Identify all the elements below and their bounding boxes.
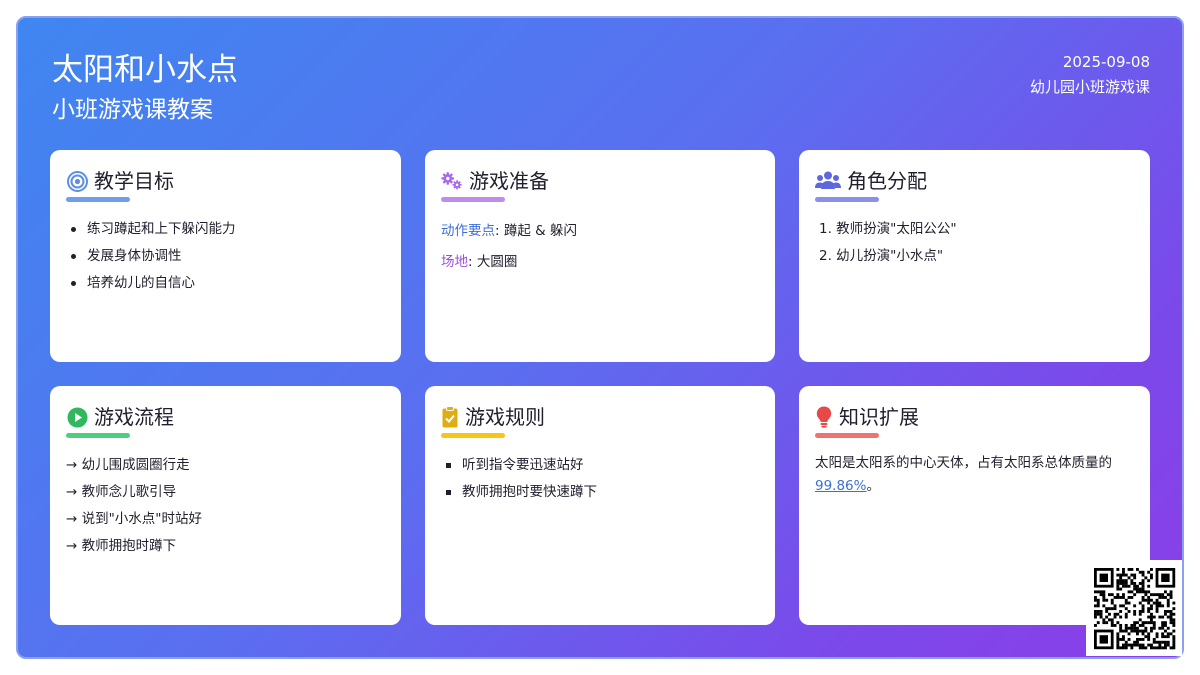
process-card-header: 游戏流程 <box>66 404 385 430</box>
rules-title: 游戏规则 <box>465 405 545 429</box>
play-circle-icon <box>66 406 88 428</box>
roles-card-header: 角色分配 <box>815 168 1134 194</box>
prep-title: 游戏准备 <box>469 169 549 193</box>
prep-accent-bar <box>441 197 505 202</box>
prep-key: 场地 <box>441 254 468 270</box>
page-title: 太阳和小水点 <box>52 52 238 88</box>
page-subtitle: 小班游戏课教案 <box>52 97 213 123</box>
goals-card: 教学目标 练习蹲起和上下躲闪能力 发展身体协调性 培养幼儿的自信心 <box>50 150 401 362</box>
list-item: 培养幼儿的自信心 <box>66 270 385 297</box>
list-item: 听到指令要迅速站好 <box>441 452 759 479</box>
process-card: 游戏流程 → 幼儿围成圆圈行走 → 教师念儿歌引导 → 说到"小水点"时站好 →… <box>50 386 401 625</box>
knowledge-percentage-link[interactable]: 99.86% <box>815 478 866 494</box>
goals-card-header: 教学目标 <box>66 168 385 194</box>
process-title: 游戏流程 <box>94 405 174 429</box>
knowledge-text: 太阳是太阳系的中心天体，占有太阳系总体质量的 99.86%。 <box>815 452 1134 498</box>
lesson-date: 2025-09-08 <box>1062 53 1150 71</box>
rules-card: 游戏规则 听到指令要迅速站好 教师拥抱时要快速蹲下 <box>425 386 775 625</box>
prep-key: 动作要点 <box>441 223 495 239</box>
list-item: 练习蹲起和上下躲闪能力 <box>66 216 385 243</box>
list-item: 2. 幼儿扮演"小水点" <box>819 248 944 264</box>
prep-card-header: 游戏准备 <box>441 168 759 194</box>
prep-value: : 蹲起 & 躲闪 <box>495 223 577 239</box>
goals-list: 练习蹲起和上下躲闪能力 发展身体协调性 培养幼儿的自信心 <box>66 216 385 297</box>
knowledge-card-header: 知识扩展 <box>815 404 1134 430</box>
users-icon <box>815 170 841 192</box>
process-accent-bar <box>66 433 130 438</box>
prep-row-action: 动作要点: 蹲起 & 躲闪 <box>441 216 759 247</box>
list-item: 教师拥抱时要快速蹲下 <box>441 479 759 506</box>
list-item: → 说到"小水点"时站好 <box>66 511 203 527</box>
rules-card-header: 游戏规则 <box>441 404 759 430</box>
list-item: → 教师拥抱时蹲下 <box>66 538 177 554</box>
roles-accent-bar <box>815 197 879 202</box>
list-item: → 教师念儿歌引导 <box>66 484 177 500</box>
knowledge-title: 知识扩展 <box>839 405 919 429</box>
rules-accent-bar <box>441 433 505 438</box>
knowledge-sentence: 太阳是太阳系的中心天体，占有太阳系总体质量的 <box>815 455 1112 471</box>
list-item: → 幼儿围成圆圈行走 <box>66 457 190 473</box>
target-icon <box>66 170 88 192</box>
qr-code <box>1086 560 1182 656</box>
rules-list: 听到指令要迅速站好 教师拥抱时要快速蹲下 <box>441 452 759 506</box>
goals-title: 教学目标 <box>94 169 174 193</box>
knowledge-accent-bar <box>815 433 879 438</box>
lightbulb-icon <box>815 406 833 428</box>
roles-title: 角色分配 <box>847 169 927 193</box>
prep-card: 游戏准备 动作要点: 蹲起 & 躲闪 场地: 大圆圈 <box>425 150 775 362</box>
prep-value: : 大圆圈 <box>468 254 518 270</box>
knowledge-suffix: 。 <box>866 478 880 494</box>
clipboard-check-icon <box>441 406 459 428</box>
lesson-category: 幼儿园小班游戏课 <box>1029 78 1150 96</box>
roles-card: 角色分配 1. 教师扮演"太阳公公" 2. 幼儿扮演"小水点" <box>799 150 1150 362</box>
process-steps: → 幼儿围成圆圈行走 → 教师念儿歌引导 → 说到"小水点"时站好 → 教师拥抱… <box>66 452 385 560</box>
prep-row-venue: 场地: 大圆圈 <box>441 247 759 278</box>
goals-accent-bar <box>66 197 130 202</box>
lesson-plan-banner: 太阳和小水点 小班游戏课教案 2025-09-08 幼儿园小班游戏课 教学目标 … <box>16 16 1184 659</box>
list-item: 1. 教师扮演"太阳公公" <box>819 221 957 237</box>
list-item: 发展身体协调性 <box>66 243 385 270</box>
roles-list: 1. 教师扮演"太阳公公" 2. 幼儿扮演"小水点" <box>815 216 1134 270</box>
gears-icon <box>441 170 463 192</box>
